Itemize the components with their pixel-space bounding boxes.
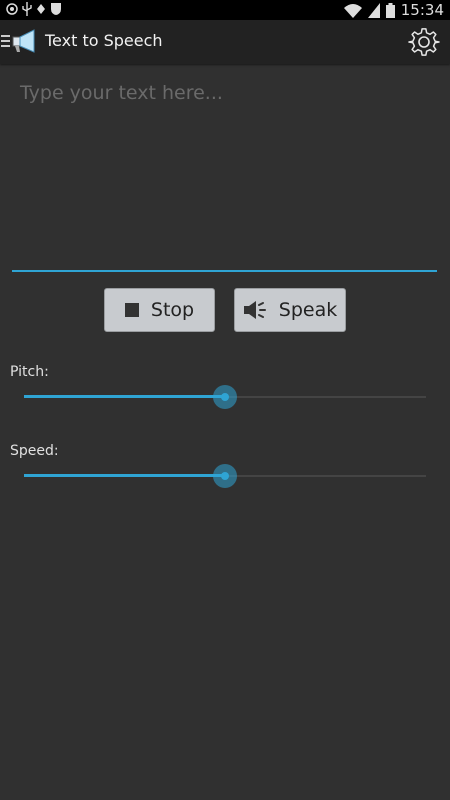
status-bar: 15:34 (0, 0, 450, 20)
speak-button[interactable]: Speak (234, 288, 346, 332)
pitch-label: Pitch: (10, 364, 49, 380)
speed-label: Speed: (10, 443, 59, 459)
gear-icon[interactable] (408, 26, 440, 58)
megaphone-icon[interactable] (12, 28, 38, 54)
status-notification-icons (6, 2, 62, 16)
pitch-slider-fill (24, 395, 225, 398)
screen: 15:34 Text to Speech Stop Sp (0, 0, 450, 800)
app-title: Text to Speech (45, 31, 163, 50)
shield-icon (6, 3, 18, 15)
stop-button[interactable]: Stop (104, 288, 215, 332)
security-icon (51, 3, 61, 15)
status-system-icons: 15:34 (343, 1, 444, 19)
menu-icon[interactable] (1, 34, 11, 48)
pitch-slider[interactable] (24, 385, 426, 409)
wifi-icon (343, 3, 362, 18)
status-time: 15:34 (400, 1, 444, 19)
action-bar: Text to Speech (0, 20, 450, 64)
battery-icon (385, 2, 395, 18)
android-icon (37, 4, 45, 14)
stop-icon (124, 303, 139, 317)
stop-button-label: Stop (150, 299, 195, 321)
pitch-slider-thumb[interactable] (213, 385, 237, 409)
speed-slider[interactable] (24, 464, 426, 488)
signal-icon (367, 2, 380, 18)
speed-slider-thumb[interactable] (213, 464, 237, 488)
speaker-icon (243, 301, 266, 319)
speed-slider-fill (24, 474, 225, 477)
speak-button-label: Speak (278, 299, 338, 321)
text-input[interactable] (12, 76, 437, 272)
usb-icon (22, 2, 32, 16)
